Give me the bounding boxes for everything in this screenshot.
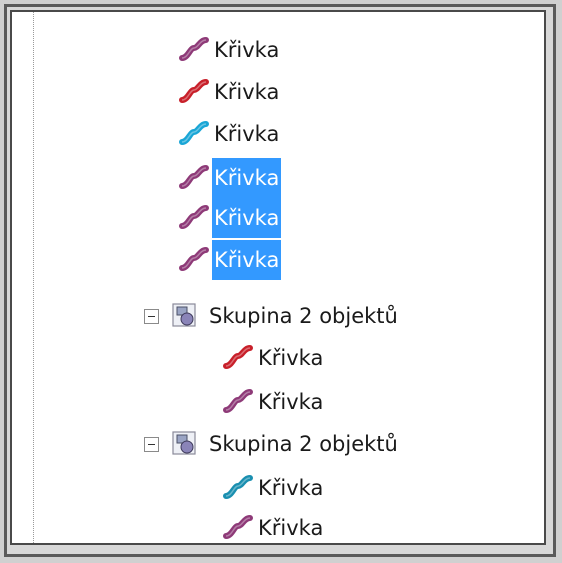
tree-item-label: Křivka (214, 38, 280, 62)
tree-item-label: Křivka (212, 198, 282, 238)
tree-item-curve[interactable]: Křivka (178, 114, 281, 154)
tree-item-curve[interactable]: Křivka (178, 72, 281, 112)
tree-item-label: Křivka (258, 390, 324, 414)
tree-group[interactable]: Skupina 2 objektů (144, 424, 400, 464)
tree-item-curve[interactable]: Křivka (178, 30, 281, 70)
group-icon (172, 431, 196, 455)
curve-icon (179, 165, 209, 189)
tree-group-label: Skupina 2 objektů (209, 432, 398, 456)
collapse-icon[interactable] (144, 308, 159, 324)
tree-group[interactable]: Skupina 2 objektů (144, 296, 400, 336)
tree-item-curve[interactable]: Křivka (222, 382, 325, 422)
curve-icon (179, 121, 209, 145)
curve-icon (179, 205, 209, 229)
curve-icon (179, 37, 209, 61)
curve-icon (223, 475, 253, 499)
collapse-icon[interactable] (144, 436, 159, 452)
tree-item-label: Křivka (214, 122, 280, 146)
curve-icon (223, 345, 253, 369)
curve-icon (223, 515, 253, 539)
curve-icon (179, 247, 209, 271)
tree-item-curve[interactable]: Křivka (222, 468, 325, 508)
tree-item-label: Křivka (258, 476, 324, 500)
tree-item-curve[interactable]: Křivka (222, 338, 325, 378)
tree-item-curve[interactable]: Křivka (222, 508, 325, 543)
tree-item-curve-selected[interactable]: Křivka (178, 158, 282, 198)
tree-item-label: Křivka (212, 240, 282, 280)
tree-item-curve-selected[interactable]: Křivka (178, 198, 282, 238)
tree-item-label: Křivka (258, 516, 324, 540)
object-tree-panel: Křivka Křivka Křivka Křivka Křivka Křivk… (10, 10, 546, 545)
tree-connector-line (33, 12, 35, 543)
tree-group-label: Skupina 2 objektů (209, 304, 398, 328)
curve-icon (179, 79, 209, 103)
group-icon (172, 303, 196, 327)
tree-item-curve-selected[interactable]: Křivka (178, 240, 282, 280)
tree-item-label: Křivka (212, 158, 282, 198)
curve-icon (223, 389, 253, 413)
tree-item-label: Křivka (214, 80, 280, 104)
tree-item-label: Křivka (258, 346, 324, 370)
